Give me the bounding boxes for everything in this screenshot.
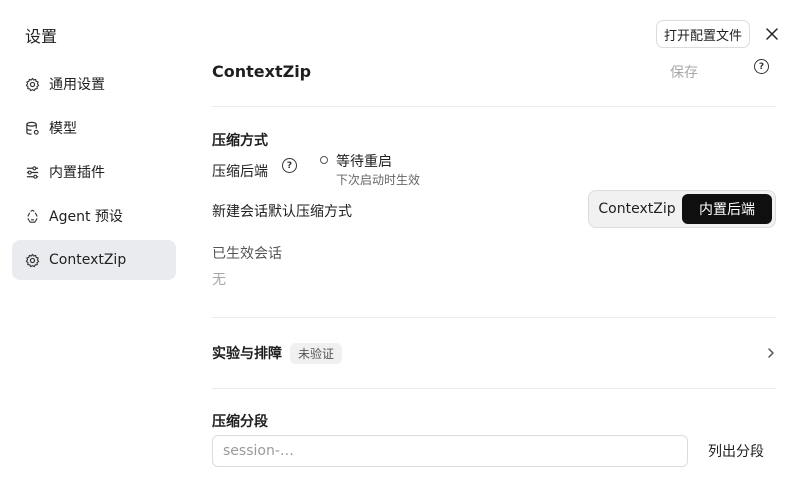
page-title: ContextZip: [212, 62, 312, 81]
help-button[interactable]: ?: [754, 59, 769, 74]
default-compression-label: 新建会话默认压缩方式: [212, 204, 352, 220]
sidebar-item-label: Agent 预设: [49, 209, 123, 225]
backend-label: 压缩后端: [212, 164, 268, 180]
help-icon: ?: [754, 59, 769, 74]
recycle-icon: [25, 209, 40, 224]
list-segments-button[interactable]: 列出分段: [696, 435, 776, 467]
sidebar-item-label: 通用设置: [49, 77, 105, 93]
chevron-right-icon: [768, 348, 774, 358]
save-button[interactable]: 保存: [670, 62, 698, 82]
session-input[interactable]: [212, 435, 688, 467]
active-sessions-value: 无: [212, 272, 226, 288]
close-icon: [766, 28, 778, 40]
experiment-title: 实验与排障: [212, 346, 282, 362]
sidebar-item-agent-presets[interactable]: Agent 预设: [12, 196, 176, 236]
backend-status-note: 下次启动时生效: [336, 173, 421, 187]
open-config-button[interactable]: 打开配置文件: [656, 20, 750, 48]
sidebar-item-label: 内置插件: [49, 165, 105, 181]
help-icon: ?: [282, 158, 297, 173]
sidebar-item-models[interactable]: 模型: [12, 108, 176, 148]
compression-section-title: 压缩方式: [212, 133, 268, 149]
backend-status: 等待重启: [336, 154, 392, 170]
sidebar: 通用设置 模型 内置插件 Agent 预设 ContextZip: [12, 64, 176, 284]
sidebar-item-label: ContextZip: [49, 252, 127, 268]
divider: [212, 388, 776, 389]
compression-mode-toggle: ContextZip 内置后端: [588, 190, 776, 228]
database-icon: [25, 121, 40, 136]
experiment-row[interactable]: 实验与排障 未验证: [212, 341, 776, 365]
divider: [212, 106, 776, 107]
segments-section-title: 压缩分段: [212, 414, 268, 430]
option-contextzip[interactable]: ContextZip: [592, 194, 682, 224]
close-button[interactable]: [760, 22, 784, 46]
sidebar-item-label: 模型: [49, 121, 77, 137]
sidebar-item-general[interactable]: 通用设置: [12, 64, 176, 104]
settings-window: 设置 打开配置文件 通用设置 模型 内置插件 Agent 预设 ContextZ…: [0, 0, 800, 499]
status-badge: 未验证: [290, 342, 343, 364]
gear-icon: [25, 77, 40, 92]
sliders-icon: [25, 165, 40, 180]
option-builtin-backend[interactable]: 内置后端: [682, 194, 772, 224]
sidebar-item-plugins[interactable]: 内置插件: [12, 152, 176, 192]
sidebar-item-contextzip[interactable]: ContextZip: [12, 240, 176, 280]
divider: [212, 317, 776, 318]
status-radio-icon: [320, 156, 328, 164]
gear-icon: [25, 253, 40, 268]
active-sessions-label: 已生效会话: [212, 246, 282, 262]
window-title: 设置: [25, 27, 58, 46]
backend-help-button[interactable]: ?: [282, 158, 297, 173]
